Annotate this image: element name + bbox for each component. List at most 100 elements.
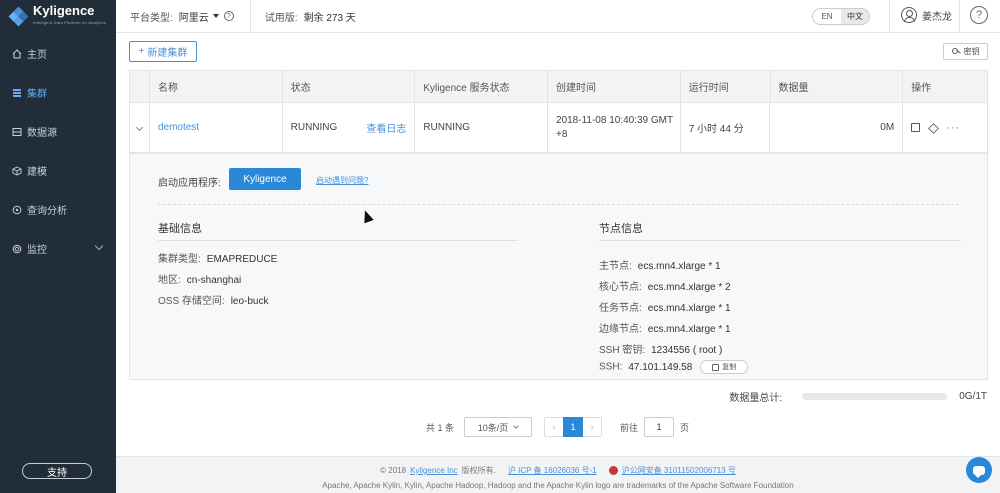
language-toggle[interactable]: EN 中文: [812, 8, 870, 25]
trial-info: 试用版: 剩余 273 天: [251, 0, 356, 32]
copy-label: 复制: [722, 364, 737, 371]
sidebar-item-home[interactable]: 主页: [0, 34, 116, 73]
master-node-row: 主节点: ecs.mn4.xlarge * 1: [599, 257, 721, 272]
label: 地区:: [158, 275, 181, 286]
next-page-icon[interactable]: ›: [583, 418, 601, 436]
police-badge-icon: [608, 466, 618, 475]
goto-page-input[interactable]: 1: [644, 417, 675, 437]
query-icon: [12, 205, 22, 214]
lang-en[interactable]: EN: [813, 9, 841, 24]
chevron-down-icon: [94, 241, 104, 251]
sidebar-item-monitor[interactable]: 监控: [0, 229, 116, 268]
sidebar-item-label: 数据源: [27, 128, 57, 139]
value: ecs.mn4.xlarge * 1: [647, 303, 731, 314]
cluster-name-link[interactable]: demotest: [158, 122, 199, 133]
label: 任务节点:: [599, 303, 642, 314]
platform-selector[interactable]: 平台类型: 阿里云 ?: [116, 0, 234, 32]
cube-icon[interactable]: [928, 123, 938, 133]
sidebar-item-model[interactable]: 建模: [0, 151, 116, 190]
lang-zh[interactable]: 中文: [841, 9, 869, 24]
value: 47.101.149.58: [628, 361, 693, 373]
chat-button[interactable]: [966, 457, 992, 483]
sidebar-item-label: 查询分析: [27, 206, 67, 217]
police-link[interactable]: 沪公网安备 31011502006713 号: [622, 465, 736, 476]
brand-tagline: Intelligent Data Platform for Analytics: [33, 20, 107, 25]
core-node-row: 核心节点: ecs.mn4.xlarge * 2: [599, 278, 731, 293]
topbar: 平台类型: 阿里云 ? 试用版: 剩余 273 天 EN 中文 姜杰龙 ?: [116, 0, 1000, 33]
key-icon: [951, 47, 961, 56]
icp-link[interactable]: 沪 ICP 备 16026036 号-1: [508, 465, 597, 476]
caret-down-icon: [212, 14, 219, 18]
col-created: 创建时间: [548, 71, 681, 102]
value: EMAPREDUCE: [206, 254, 278, 265]
user-icon: [901, 7, 917, 23]
node-info-title: 节点信息: [599, 223, 643, 235]
key-button[interactable]: 密钥: [943, 43, 988, 60]
user-menu[interactable]: 姜杰龙: [901, 7, 952, 23]
page-size-select[interactable]: 10条/页: [464, 417, 533, 437]
divider: [889, 0, 890, 33]
label: 主节点:: [599, 261, 632, 272]
pager-total: 共 1 条: [426, 422, 455, 433]
brand-name: Kyligence: [33, 3, 95, 18]
sidebar: Kyligence Intelligent Data Platform for A…: [0, 0, 116, 493]
cluster-table: 名称 状态 Kyligence 服务状态 创建时间 运行时间 数据量 操作 de…: [129, 70, 988, 154]
datasource-icon: [12, 127, 22, 136]
current-page[interactable]: 1: [563, 417, 584, 437]
value: ecs.mn4.xlarge * 1: [647, 324, 731, 335]
trademark-notice: Apache, Apache Kylin, Kylin, Apache Hado…: [322, 481, 794, 490]
table-row: demotest RUNNING 查看日志 RUNNING 2018-11-08…: [130, 103, 987, 153]
value: leo-buck: [230, 296, 269, 307]
usage-progress-bar: [802, 393, 948, 400]
sidebar-item-cluster[interactable]: 集群: [0, 73, 116, 112]
label: 边缘节点:: [599, 324, 642, 335]
footer: © 2018 Kyligence Inc 版权所有. 沪 ICP 备 16026…: [116, 456, 1000, 493]
copy-icon: [712, 363, 720, 371]
support-button[interactable]: 支持: [22, 463, 92, 479]
value: ecs.mn4.xlarge * 2: [647, 282, 731, 293]
divider: [158, 240, 518, 241]
rights: 版权所有.: [461, 466, 496, 475]
model-icon: [12, 165, 22, 176]
created-time: 2018-11-08 10:40:39 GMT +8: [548, 103, 681, 152]
goto-label: 前往: [620, 422, 639, 433]
col-actions: 操作: [911, 83, 932, 94]
help-button[interactable]: ?: [970, 6, 988, 24]
label: SSH 密钥:: [599, 345, 646, 356]
divider: [158, 204, 959, 205]
chat-icon: [973, 465, 985, 478]
copy-button[interactable]: 复制: [700, 360, 749, 374]
label: OSS 存储空间:: [158, 296, 225, 307]
view-log-link[interactable]: 查看日志: [366, 120, 406, 135]
chevron-down-icon: [135, 123, 144, 132]
label: 集群类型:: [158, 254, 201, 265]
cluster-icon: [13, 88, 21, 97]
service-status: RUNNING: [415, 103, 548, 152]
table-header: 名称 状态 Kyligence 服务状态 创建时间 运行时间 数据量 操作: [130, 71, 987, 103]
sidebar-item-datasource[interactable]: 数据源: [0, 112, 116, 151]
new-cluster-button[interactable]: + 新建集群: [129, 41, 197, 62]
sidebar-item-query[interactable]: 查询分析: [0, 190, 116, 229]
row-actions: ···: [903, 103, 987, 152]
expand-toggle[interactable]: [130, 103, 150, 152]
main-content: + 新建集群 密钥 名称 状态 Kyligence 服务状态 创建时间 运行时间…: [116, 33, 1000, 493]
page-nav: ‹ 1 ›: [544, 417, 603, 437]
col-data-size: 数据量: [771, 71, 904, 102]
chevron-down-icon: [513, 423, 520, 429]
company-link[interactable]: Kyligence Inc: [410, 466, 458, 475]
launch-help-link[interactable]: 启动遇到问题?: [316, 175, 368, 186]
data-size: 0M: [770, 103, 904, 152]
more-icon[interactable]: ···: [946, 122, 960, 133]
page-unit: 页: [680, 422, 690, 433]
platform-label: 平台类型:: [130, 12, 173, 24]
launch-kyligence-button[interactable]: Kyligence: [229, 168, 301, 190]
logo[interactable]: Kyligence Intelligent Data Platform for A…: [0, 0, 116, 34]
sidebar-item-label: 监控: [27, 245, 47, 256]
total-label: 数据量总计:: [729, 393, 783, 404]
stop-icon[interactable]: [911, 123, 921, 132]
col-runtime: 运行时间: [681, 71, 771, 102]
help-icon[interactable]: ?: [223, 11, 234, 21]
launch-label: 启动应用程序:: [158, 178, 221, 189]
prev-page-icon[interactable]: ‹: [545, 418, 563, 436]
platform-value: 阿里云: [178, 12, 209, 24]
